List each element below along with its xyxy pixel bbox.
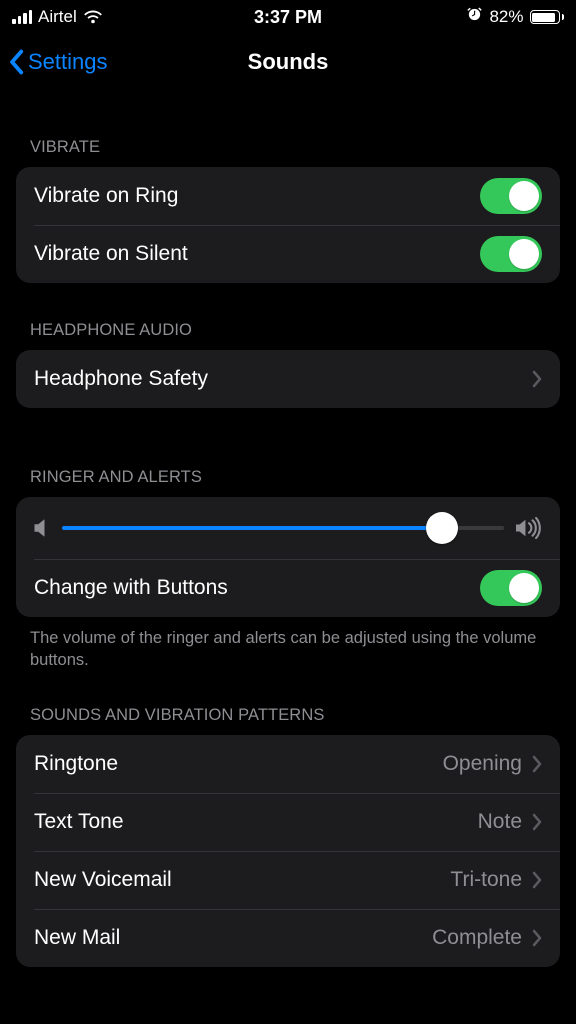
section-header-ringer: RINGER AND ALERTS (0, 408, 576, 497)
chevron-right-icon (532, 871, 542, 889)
chevron-right-icon (532, 755, 542, 773)
section-header-headphone: HEADPHONE AUDIO (0, 283, 576, 350)
status-right: 82% (322, 6, 564, 28)
row-new-mail[interactable]: New Mail Complete (16, 909, 560, 967)
nav-bar: Settings Sounds (0, 34, 576, 90)
cellular-signal-icon (12, 10, 32, 24)
chevron-right-icon (532, 929, 542, 947)
back-button[interactable]: Settings (0, 49, 108, 75)
battery-icon (530, 10, 565, 24)
section-footer-ringer: The volume of the ringer and alerts can … (0, 617, 576, 672)
row-label: Vibrate on Ring (34, 184, 480, 208)
row-label: New Mail (34, 926, 432, 950)
section-headphone: Headphone Safety (16, 350, 560, 408)
toggle-change-with-buttons[interactable] (480, 570, 542, 606)
volume-low-icon (34, 518, 50, 538)
alarm-icon (466, 6, 483, 28)
row-label: Text Tone (34, 810, 478, 834)
row-label: New Voicemail (34, 868, 450, 892)
status-time: 3:37 PM (254, 7, 322, 28)
row-vibrate-on-silent[interactable]: Vibrate on Silent (16, 225, 560, 283)
row-label: Vibrate on Silent (34, 242, 480, 266)
row-label: Ringtone (34, 752, 443, 776)
section-vibrate: Vibrate on Ring Vibrate on Silent (16, 167, 560, 283)
toggle-vibrate-on-silent[interactable] (480, 236, 542, 272)
row-change-with-buttons[interactable]: Change with Buttons (16, 559, 560, 617)
chevron-left-icon (8, 49, 24, 75)
row-label: Headphone Safety (34, 367, 532, 391)
row-detail: Note (478, 810, 532, 834)
carrier-label: Airtel (38, 7, 77, 27)
section-header-patterns: SOUNDS AND VIBRATION PATTERNS (0, 672, 576, 735)
row-detail: Complete (432, 926, 532, 950)
chevron-right-icon (532, 813, 542, 831)
row-text-tone[interactable]: Text Tone Note (16, 793, 560, 851)
back-label: Settings (28, 49, 108, 75)
battery-percent: 82% (489, 7, 523, 27)
row-headphone-safety[interactable]: Headphone Safety (16, 350, 560, 408)
slider-thumb[interactable] (426, 512, 458, 544)
section-ringer: Change with Buttons (16, 497, 560, 617)
volume-high-icon (516, 517, 542, 539)
toggle-vibrate-on-ring[interactable] (480, 178, 542, 214)
row-ringtone[interactable]: Ringtone Opening (16, 735, 560, 793)
row-new-voicemail[interactable]: New Voicemail Tri-tone (16, 851, 560, 909)
status-bar: Airtel 3:37 PM 82% (0, 0, 576, 34)
chevron-right-icon (532, 370, 542, 388)
status-left: Airtel (12, 7, 254, 27)
row-detail: Tri-tone (450, 868, 532, 892)
wifi-icon (83, 10, 103, 25)
section-patterns: Ringtone Opening Text Tone Note New Voic… (16, 735, 560, 967)
row-detail: Opening (443, 752, 532, 776)
volume-slider[interactable] (62, 513, 504, 543)
content: VIBRATE Vibrate on Ring Vibrate on Silen… (0, 90, 576, 967)
row-label: Change with Buttons (34, 576, 480, 600)
row-volume-slider[interactable] (16, 497, 560, 559)
row-vibrate-on-ring[interactable]: Vibrate on Ring (16, 167, 560, 225)
section-header-vibrate: VIBRATE (0, 90, 576, 167)
